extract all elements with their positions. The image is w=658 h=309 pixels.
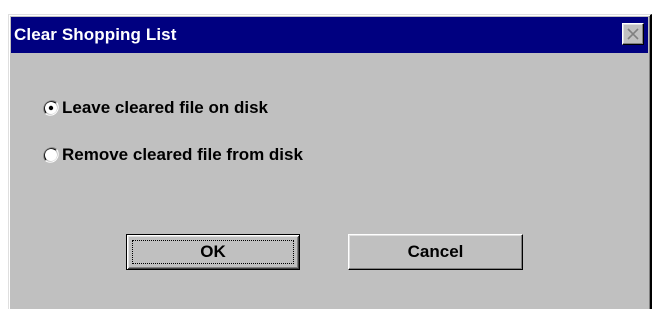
option-remove-label: Remove cleared file from disk bbox=[62, 145, 303, 164]
dialog-title: Clear Shopping List bbox=[14, 25, 177, 44]
title-bar[interactable]: Clear Shopping List bbox=[11, 17, 648, 53]
cancel-button-label: Cancel bbox=[407, 242, 464, 261]
option-remove-from-disk[interactable]: Remove cleared file from disk bbox=[43, 143, 303, 167]
cancel-button[interactable]: Cancel bbox=[348, 234, 523, 270]
option-leave-label: Leave cleared file on disk bbox=[62, 98, 268, 117]
radio-unselected-icon[interactable] bbox=[43, 147, 59, 163]
clear-shopping-list-dialog: Clear Shopping List Leave cleared file o… bbox=[8, 14, 652, 309]
close-icon bbox=[627, 28, 639, 40]
ok-button[interactable]: OK bbox=[126, 234, 300, 270]
radio-selected-icon[interactable] bbox=[43, 100, 59, 116]
option-leave-on-disk[interactable]: Leave cleared file on disk bbox=[43, 96, 268, 120]
focus-rectangle bbox=[132, 240, 294, 264]
close-button[interactable] bbox=[622, 23, 644, 45]
